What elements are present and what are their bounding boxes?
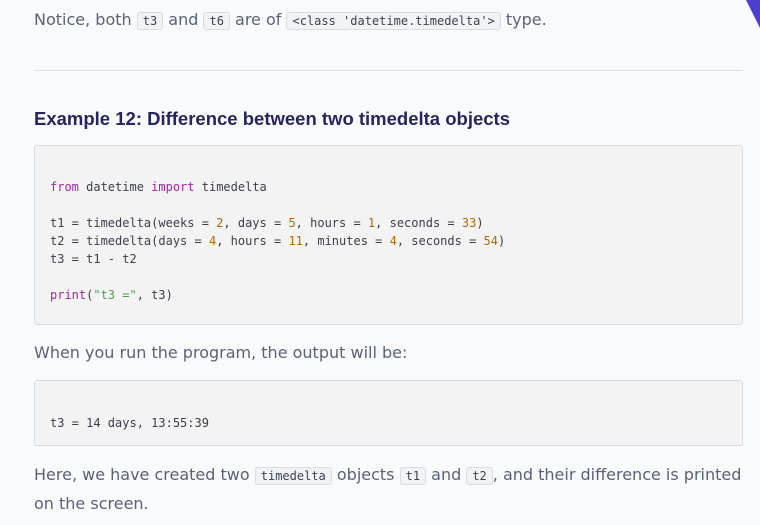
code-token: , days = xyxy=(223,216,289,230)
explanation-paragraph: Here, we have created two timedelta obje… xyxy=(34,461,743,517)
output-text: t3 = 14 days, 13:55:39 xyxy=(50,416,209,430)
code-token: 4 xyxy=(389,234,397,248)
code-token: print xyxy=(50,288,87,302)
code-token: import xyxy=(151,180,195,194)
intro-text-1: Notice, both xyxy=(34,10,137,29)
code-token: 5 xyxy=(288,216,296,230)
output-block: t3 = 14 days, 13:55:39 xyxy=(34,380,743,446)
code-token: , hours = xyxy=(295,216,368,230)
code-token: , minutes = xyxy=(302,234,390,248)
explanation-text-2: objects xyxy=(331,465,400,484)
corner-accent xyxy=(746,0,760,28)
inline-code-t3: t3 xyxy=(136,12,164,30)
code-text: from datetime import timedelta t1 = time… xyxy=(50,178,505,304)
inline-code-class-type: <class 'datetime.timedelta'> xyxy=(286,12,501,30)
intro-text-4: type. xyxy=(500,10,547,29)
code-token: , hours = xyxy=(216,234,289,248)
intro-text-2: and xyxy=(163,10,204,29)
section-divider xyxy=(34,70,743,71)
code-token: ) xyxy=(497,234,506,248)
inline-code-t1: t1 xyxy=(399,467,427,485)
code-token: t1 = timedelta(weeks = xyxy=(50,216,217,230)
code-token: timedelta xyxy=(194,180,267,194)
code-block: from datetime import timedelta t1 = time… xyxy=(34,145,743,325)
output-intro: When you run the program, the output wil… xyxy=(34,343,408,362)
code-token: from xyxy=(50,180,79,194)
code-token: t2 = timedelta(days = xyxy=(50,234,209,248)
inline-code-timedelta: timedelta xyxy=(254,467,332,485)
intro-text-3: are of xyxy=(229,10,287,29)
code-token: 11 xyxy=(288,234,303,248)
page: { "intro": { "text_1": "Notice, both ", … xyxy=(0,0,760,525)
example-heading: Example 12: Difference between two timed… xyxy=(34,108,511,129)
code-token: ) xyxy=(476,216,484,230)
explanation-text-3: and xyxy=(426,465,467,484)
intro-paragraph: Notice, both t3 and t6 are of <class 'da… xyxy=(34,6,743,35)
code-token: 33 xyxy=(461,216,477,230)
code-token: , t3) xyxy=(136,288,173,302)
code-token: 54 xyxy=(483,234,498,248)
code-token: datetime xyxy=(78,180,152,194)
inline-code-t2: t2 xyxy=(466,467,493,485)
code-token: "t3 =" xyxy=(93,288,137,302)
code-token: , seconds = xyxy=(396,234,484,248)
code-token: t3 = t1 - t2 xyxy=(50,252,137,266)
inline-code-t6: t6 xyxy=(203,12,230,30)
explanation-text-1: Here, we have created two xyxy=(34,465,255,484)
code-token: , seconds = xyxy=(375,216,462,230)
